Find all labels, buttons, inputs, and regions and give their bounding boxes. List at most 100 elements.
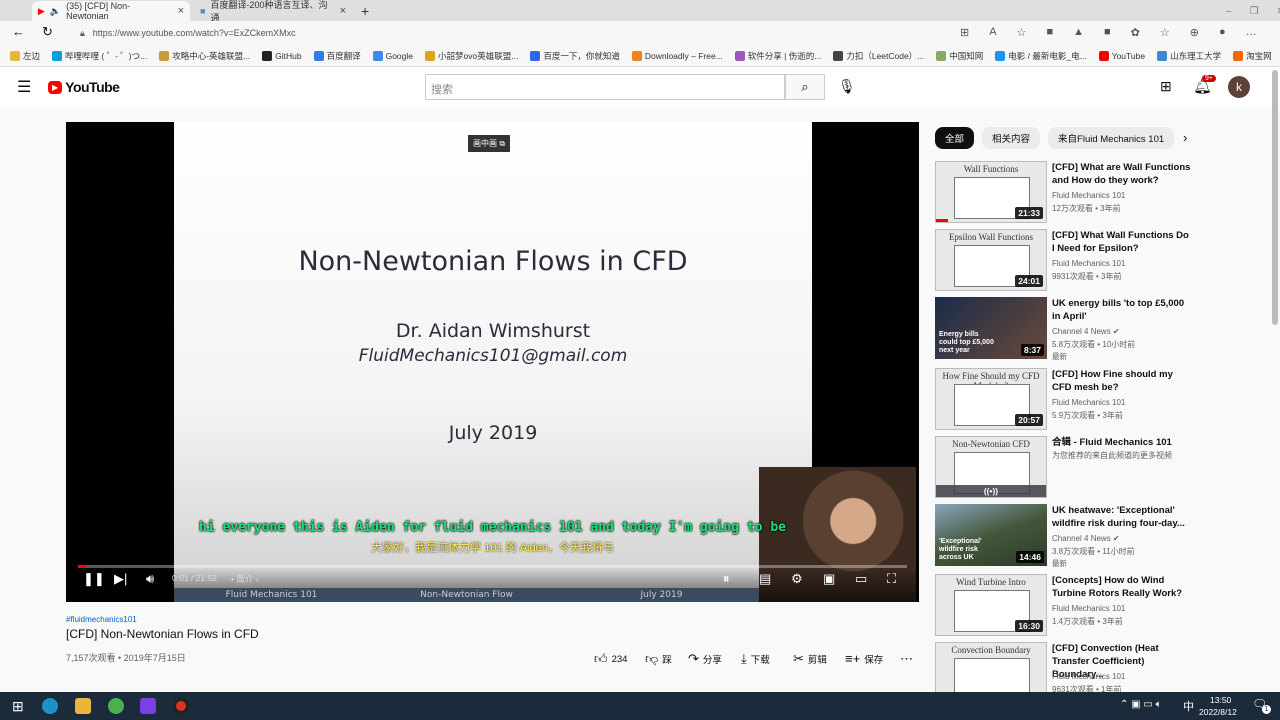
video-thumbnail[interactable]: Wind Turbine Intro 16:30: [935, 574, 1047, 636]
url-field[interactable]: 🔒︎ https://www.youtube.com/watch?v=ExZCke…: [70, 24, 950, 42]
like-button[interactable]: 👍︎ 234: [594, 651, 627, 667]
dislike-button[interactable]: 👎︎ 踩: [645, 651, 672, 667]
more-actions-button[interactable]: ⋯: [900, 651, 913, 667]
bookmark-item[interactable]: 小韶梦ovo英雄联盟...: [425, 50, 518, 62]
download-button[interactable]: ⤓ 下载: [741, 651, 770, 667]
chip-from-channel[interactable]: 来自Fluid Mechanics 101: [1048, 127, 1175, 149]
extension-icon[interactable]: ▲: [1073, 26, 1084, 39]
chapter-button[interactable]: • 简介 ›: [231, 573, 259, 585]
recommended-video[interactable]: Energy bills could top £5,000 next year 8…: [935, 297, 1195, 361]
bookmark-item[interactable]: 力扣（LeetCode）...: [833, 50, 924, 62]
bookmark-item[interactable]: GitHub: [262, 50, 302, 61]
tab-baidu-translate[interactable]: ■ 百度翻译-200种语言互译、沟通 ×: [194, 0, 352, 23]
tab-youtube[interactable]: ▶ 🔈 (35) [CFD] Non-Newtonian ×: [32, 1, 190, 21]
chevron-right-icon[interactable]: ›: [1183, 130, 1187, 145]
view-stats: 5.9万次观看 • 3年前: [1052, 411, 1123, 420]
clip-button[interactable]: ✂ 剪辑: [793, 651, 827, 667]
bookmark-item[interactable]: 淘宝网: [1233, 50, 1272, 62]
video-title: [CFD] What are Wall Functions and How do…: [1052, 162, 1191, 186]
bookmark-item[interactable]: 百度翻译: [313, 50, 361, 62]
collections-icon[interactable]: ⊕: [1190, 26, 1199, 39]
bookmark-item[interactable]: 左边: [10, 50, 40, 62]
close-window-icon[interactable]: ✕: [1277, 6, 1280, 17]
progress-fill: [78, 565, 87, 568]
progress-bar[interactable]: [78, 565, 907, 568]
clock-date[interactable]: 2022/8/12: [1199, 707, 1237, 717]
bookmark-item[interactable]: 攻略中心-英雄联盟...: [159, 50, 250, 62]
autoplay-toggle[interactable]: ⏸︎: [723, 571, 730, 587]
file-explorer-icon[interactable]: [75, 698, 91, 714]
recorder-icon[interactable]: [173, 698, 189, 714]
chip-all[interactable]: 全部: [935, 127, 975, 149]
video-thumbnail[interactable]: 'Exceptional' wildfire risk across UK 14:…: [935, 504, 1047, 566]
settings-icon[interactable]: ⚙: [791, 571, 803, 587]
recommended-video[interactable]: Wall Functions 21:33 [CFD] What are Wall F…: [935, 161, 1195, 225]
avatar[interactable]: k: [1228, 76, 1250, 98]
refresh-icon[interactable]: ↻: [42, 24, 53, 40]
fullscreen-icon[interactable]: ⛶: [887, 571, 896, 587]
search-button[interactable]: ⌕: [785, 74, 825, 100]
bookmark-item[interactable]: 哔哩哔哩 ( ゜- ゜)つ...: [52, 50, 147, 62]
profile-icon[interactable]: ●: [1219, 26, 1226, 39]
ime-indicator[interactable]: 中: [1183, 698, 1194, 714]
bookmark-item[interactable]: 百度一下，你就知道: [530, 50, 620, 62]
close-tab-icon[interactable]: ×: [340, 5, 346, 17]
extension-icon[interactable]: ■: [1046, 26, 1053, 39]
scrollbar[interactable]: [1272, 70, 1278, 325]
video-thumbnail[interactable]: How Fine Should my CFD Mesh be?20:57: [935, 368, 1047, 430]
new-tab-button[interactable]: +: [355, 1, 375, 21]
windows-start-icon[interactable]: ⊞: [12, 698, 28, 714]
recommended-video[interactable]: Non-Newtonian CFD ((•)) 合辑 - Fluid Mechani…: [935, 436, 1195, 500]
recommended-video[interactable]: How Fine Should my CFD Mesh be?20:57[CFD…: [935, 368, 1195, 432]
bookmark-item[interactable]: 山东理工大学: [1157, 50, 1221, 62]
bookmark-item[interactable]: 中国知网: [936, 50, 983, 62]
save-button[interactable]: ≡+ 保存: [845, 651, 883, 666]
window-controls[interactable]: – ❐ ✕: [1220, 1, 1280, 21]
app-icon[interactable]: [140, 698, 156, 714]
subtitles-icon[interactable]: ▤: [759, 571, 771, 587]
channel-name: Fluid Mechanics 101: [1052, 604, 1126, 613]
video-player[interactable]: Non-Newtonian Flows in CFD Dr. Aidan Wim…: [66, 122, 919, 602]
miniplayer-icon[interactable]: ▣: [823, 571, 835, 587]
search-input[interactable]: 搜索: [425, 74, 785, 100]
clock-time[interactable]: 13:50: [1210, 695, 1231, 705]
extensions-icon[interactable]: ✿: [1131, 26, 1140, 39]
close-tab-icon[interactable]: ×: [178, 5, 184, 17]
apps-icon[interactable]: ⊞: [960, 26, 969, 39]
chip-related[interactable]: 相关内容: [982, 127, 1041, 149]
video-thumbnail[interactable]: Non-Newtonian CFD ((•)): [935, 436, 1047, 498]
theater-mode-icon[interactable]: ▭: [855, 571, 867, 587]
recommended-video[interactable]: Wind Turbine Intro 16:30 [Concepts] How do…: [935, 574, 1195, 638]
bookmark-item[interactable]: 软件分享 | 伤逝的...: [734, 50, 821, 62]
recommended-video[interactable]: Epsilon Wall Functions 24:01 [CFD] What Wa…: [935, 229, 1195, 293]
bookmark-item[interactable]: Downloadly – Free...: [631, 50, 723, 61]
favorite-add-icon[interactable]: ☆: [1017, 26, 1027, 39]
microphone-icon[interactable]: 🎙︎: [838, 78, 856, 95]
tray-icons[interactable]: ⌃ ▣ ▭ 🔈︎: [1120, 699, 1162, 710]
hashtag-link[interactable]: #fluidmechanics101: [66, 615, 137, 624]
edge-icon[interactable]: [42, 698, 58, 714]
bookmark-item[interactable]: Google: [372, 50, 413, 61]
create-video-icon[interactable]: ⊞: [1160, 78, 1172, 95]
extension-icon[interactable]: ■: [1104, 26, 1111, 39]
restore-icon[interactable]: ❐: [1250, 6, 1259, 17]
picture-in-picture-button[interactable]: 画中画 ⧉: [468, 135, 511, 152]
back-icon[interactable]: ←: [12, 24, 25, 39]
pause-icon[interactable]: ❚❚: [83, 571, 105, 587]
volume-icon[interactable]: 🔊︎: [146, 571, 154, 587]
minimize-icon[interactable]: –: [1226, 6, 1232, 17]
menu-icon[interactable]: ☰: [17, 77, 31, 97]
more-icon[interactable]: …: [1246, 26, 1257, 39]
next-icon[interactable]: ▶|: [114, 571, 127, 587]
youtube-logo[interactable]: ▶ YouTube: [48, 79, 120, 95]
video-thumbnail[interactable]: Energy bills could top £5,000 next year 8…: [935, 297, 1047, 359]
video-thumbnail[interactable]: Epsilon Wall Functions 24:01: [935, 229, 1047, 291]
bookmark-item[interactable]: YouTube: [1098, 50, 1145, 61]
bookmark-item[interactable]: 电影 / 最新电影_电...: [995, 50, 1087, 62]
app-icon[interactable]: [108, 698, 124, 714]
favorites-icon[interactable]: ☆: [1160, 26, 1170, 39]
video-thumbnail[interactable]: Wall Functions 21:33: [935, 161, 1047, 223]
read-aloud-icon[interactable]: A: [989, 26, 996, 39]
share-button[interactable]: ↷ 分享: [688, 651, 722, 667]
recommended-video[interactable]: 'Exceptional' wildfire risk across UK 14:…: [935, 504, 1195, 568]
